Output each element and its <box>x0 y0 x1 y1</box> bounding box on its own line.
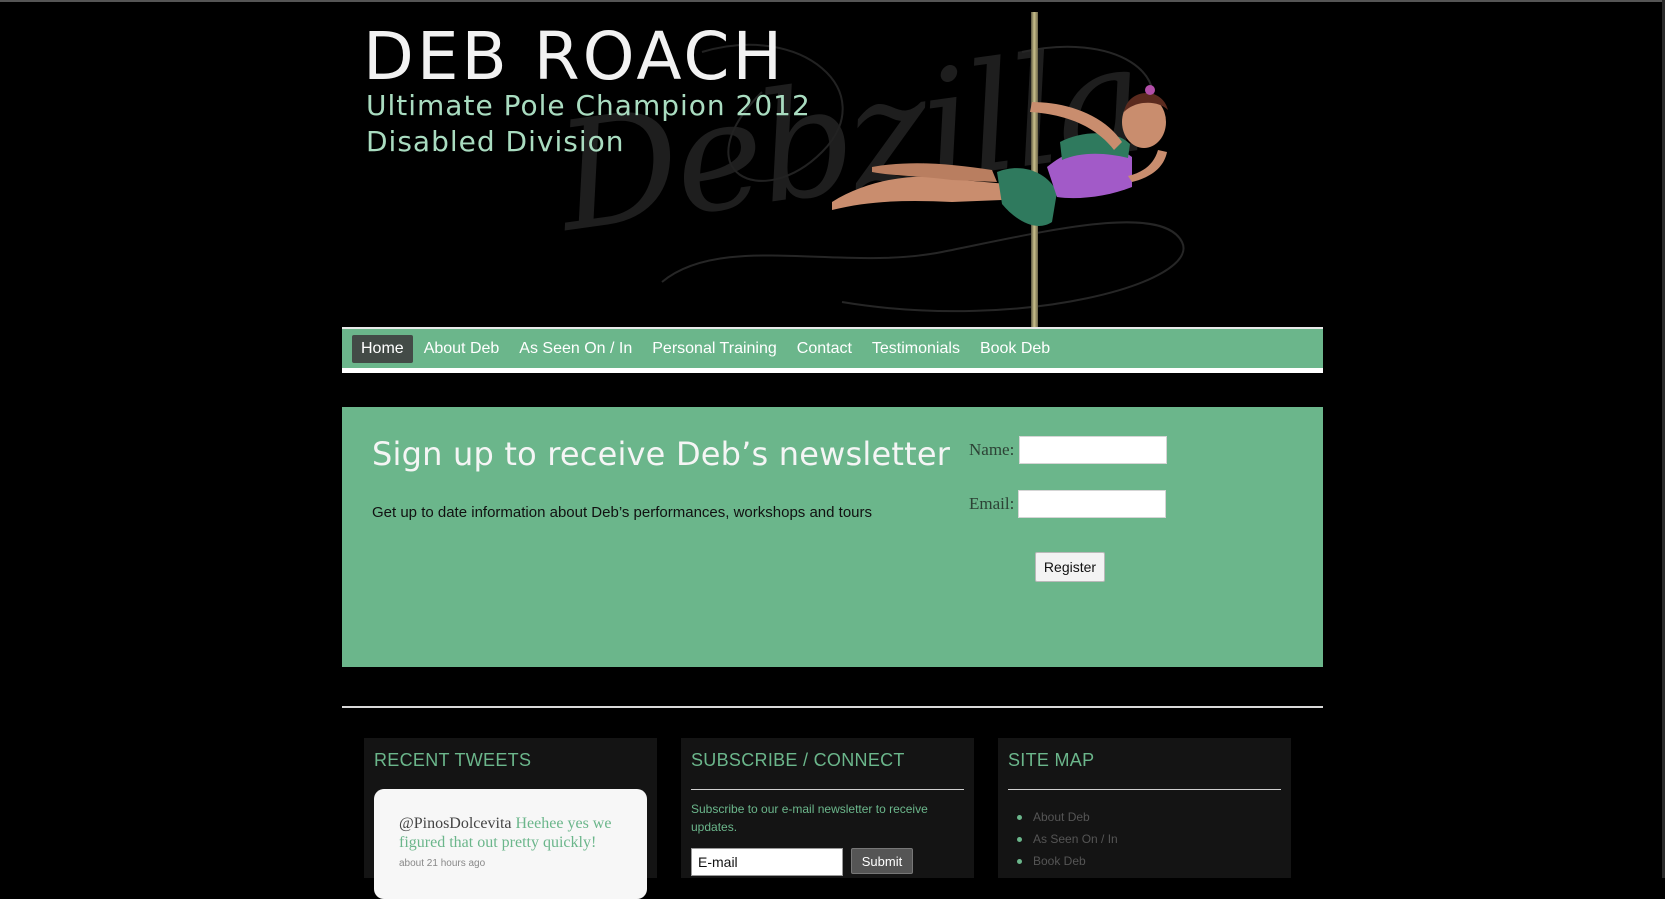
sitemap-link-book-deb[interactable]: Book Deb <box>1033 854 1086 868</box>
site-map-title: SITE MAP <box>1008 750 1095 770</box>
newsletter-heading: Sign up to receive Deb’s newsletter <box>372 435 951 473</box>
nav-testimonials[interactable]: Testimonials <box>863 335 969 363</box>
bullet-icon <box>1017 837 1022 842</box>
list-item: Book Deb <box>1017 850 1118 872</box>
bullet-icon <box>1017 859 1022 864</box>
site-tagline: Ultimate Pole Champion 2012 Disabled Div… <box>366 88 811 160</box>
nav-personal-training[interactable]: Personal Training <box>643 335 786 363</box>
sitemap-link-as-seen-on[interactable]: As Seen On / In <box>1033 832 1118 846</box>
name-field[interactable] <box>1019 436 1167 464</box>
subscribe-submit-button[interactable]: Submit <box>851 848 913 874</box>
bullet-icon <box>1017 815 1022 820</box>
page-container: Debzilla DEB ROACH Ultimate Pole Champio… <box>342 0 1323 899</box>
main-navigation: Home About Deb As Seen On / In Personal … <box>342 327 1323 373</box>
pole-dancer-photo <box>832 85 1168 226</box>
site-map-list: About Deb As Seen On / In Book Deb <box>1008 806 1118 872</box>
site-map-widget: SITE MAP About Deb As Seen On / In Book … <box>998 738 1291 878</box>
nav-home[interactable]: Home <box>352 334 413 363</box>
email-label: Email: <box>969 494 1015 513</box>
newsletter-description: Get up to date information about Deb’s p… <box>372 504 873 521</box>
recent-tweets-widget: RECENT TWEETS @PinosDolcevita Heehee yes… <box>364 738 657 899</box>
widget-rule <box>1008 789 1281 790</box>
list-item: About Deb <box>1017 806 1118 828</box>
tagline-line-2: Disabled Division <box>366 125 625 158</box>
nav-book-deb[interactable]: Book Deb <box>971 335 1059 363</box>
site-title: DEB ROACH <box>363 18 786 95</box>
name-label: Name: <box>969 440 1015 459</box>
subscribe-description: Subscribe to our e-mail newsletter to re… <box>691 802 928 834</box>
newsletter-signup-panel: Sign up to receive Deb’s newsletter Get … <box>342 407 1323 667</box>
nav-about-deb[interactable]: About Deb <box>415 335 509 363</box>
register-button[interactable]: Register <box>1035 552 1105 582</box>
tweet-card: @PinosDolcevita Heehee yes we figured th… <box>374 789 647 899</box>
tweet-body: @PinosDolcevita Heehee yes we figured th… <box>399 814 619 873</box>
sitemap-link-about-deb[interactable]: About Deb <box>1033 810 1090 824</box>
tweet-user-link[interactable]: @PinosDolcevita <box>399 815 512 832</box>
nav-as-seen-on[interactable]: As Seen On / In <box>510 335 641 363</box>
recent-tweets-title: RECENT TWEETS <box>374 750 532 770</box>
tweet-timestamp: about 21 hours ago <box>399 858 486 869</box>
subscribe-connect-title: SUBSCRIBE / CONNECT <box>691 750 905 770</box>
list-item: As Seen On / In <box>1017 828 1118 850</box>
nav-contact[interactable]: Contact <box>788 335 861 363</box>
subscribe-email-input[interactable] <box>691 848 843 876</box>
widget-rule <box>691 789 964 790</box>
email-field[interactable] <box>1018 490 1166 518</box>
subscribe-connect-widget: SUBSCRIBE / CONNECT Subscribe to our e-m… <box>681 738 974 878</box>
section-divider <box>342 706 1323 708</box>
tagline-line-1: Ultimate Pole Champion 2012 <box>366 89 811 122</box>
site-header: Debzilla DEB ROACH Ultimate Pole Champio… <box>342 2 1323 327</box>
